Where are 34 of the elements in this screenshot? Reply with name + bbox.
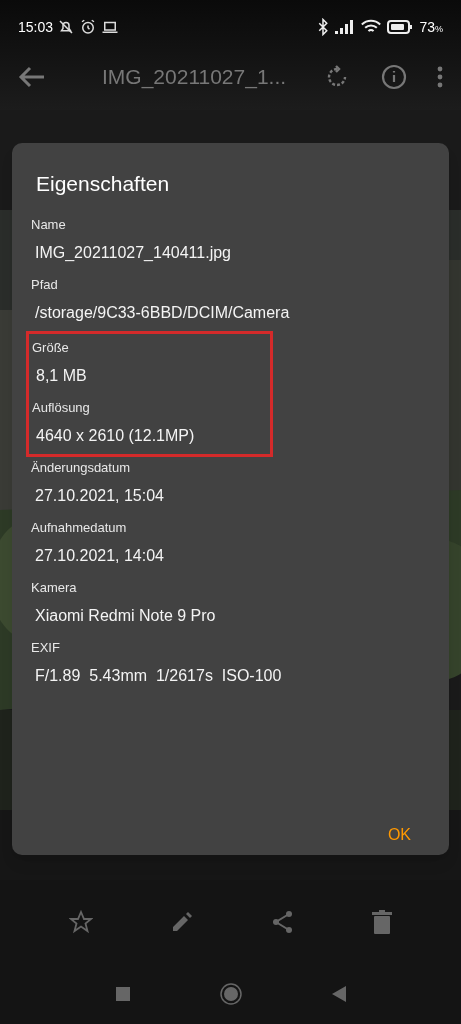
rotate-icon[interactable] [325,65,349,89]
field-value: F/1.89 5.43mm 1/2617s ISO-100 [35,665,282,686]
field-label: Größe [32,339,69,357]
trash-icon[interactable] [372,910,393,934]
field-label: Auflösung [32,399,90,417]
field-label: Aufnahmedatum [31,519,127,537]
clock: 15:03 [18,17,54,37]
battery-icon [387,20,414,34]
signal-icon [335,20,356,34]
info-icon[interactable] [381,64,407,90]
ok-button[interactable]: OK [379,819,419,851]
field-value: IMG_20211027_140411.jpg [35,242,231,263]
field-value: Xiaomi Redmi Note 9 Pro [35,605,216,626]
field-value: 4640 x 2610 (12.1MP) [36,425,195,446]
field-value: /storage/9C33-6BBD/DCIM/Camera [35,302,290,323]
field-label: Name [31,216,66,234]
battery-percentage: 73 [419,17,435,37]
home-button[interactable] [219,983,242,1005]
star-icon[interactable] [68,910,93,934]
bluetooth-icon [317,18,330,36]
image-title: IMG_20211027_1... [102,64,287,91]
percent-sign: % [435,23,443,36]
field-value: 27.10.2021, 14:04 [35,545,164,566]
back-button[interactable] [331,986,346,1002]
dialog-title: Eigenschaften [36,171,170,197]
back-arrow-icon[interactable] [18,65,46,89]
field-label: Kamera [31,579,77,597]
more-icon[interactable] [437,66,443,88]
field-value: 27.10.2021, 15:04 [35,485,164,506]
field-label: EXIF [31,639,60,657]
field-label: Änderungsdatum [31,459,130,477]
field-value: 8,1 MB [36,365,87,386]
wifi-icon [361,19,382,35]
field-label: Pfad [31,276,58,294]
